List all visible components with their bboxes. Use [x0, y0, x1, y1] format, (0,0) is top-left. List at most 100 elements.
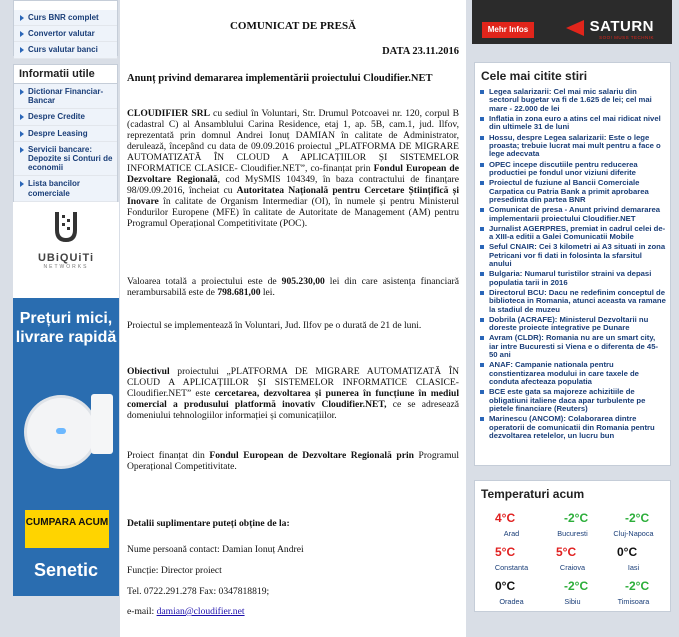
info-box: Informatii utile Dictionar Financiar-Ban…: [13, 64, 118, 203]
link-curs-banci[interactable]: Curs valutar banci: [14, 42, 117, 59]
link-banci[interactable]: Lista bancilor comerciale: [14, 176, 117, 202]
temperature-cell[interactable]: 5°C Craiova: [542, 542, 603, 572]
right-sidebar: Mehr Infos SATURN SOO! MUSS TECHNIK Cele…: [466, 0, 679, 637]
news-link[interactable]: Seful CNAIR: Cei 3 kilometri ai A3 situa…: [475, 242, 666, 268]
email-label: e-mail:: [127, 606, 157, 617]
contact-name: Nume persoană contact: Damian Ionuț Andr…: [127, 544, 304, 555]
weather-icon: 0°C: [481, 576, 542, 596]
link-curs-bnr[interactable]: Curs BNR complet: [14, 10, 117, 27]
news-link[interactable]: Inflatia in zona euro a atins cel mai ri…: [475, 114, 666, 132]
contact-email-line: e-mail: damian@cloudifier.net: [127, 606, 459, 617]
city-name: Timisoara: [617, 597, 650, 606]
news-link[interactable]: Hossu, despre Legea salarizarii: Este o …: [475, 133, 666, 159]
city-name: Oradea: [499, 597, 524, 606]
left-sidebar: Curs BNR complet Convertor valutar Curs …: [0, 0, 120, 637]
city-name: Constanta: [494, 563, 529, 572]
city-name: Cluj-Napoca: [613, 529, 654, 538]
saturn-ad[interactable]: Mehr Infos SATURN SOO! MUSS TECHNIK: [472, 0, 672, 44]
paragraph-intro: CLOUDIFIER SRL cu sediul în Voluntari, S…: [127, 108, 459, 229]
email-link[interactable]: damian@cloudifier.net: [157, 606, 245, 617]
weather-icon: 4°C: [481, 508, 542, 528]
release-date: DATA 23.11.2016: [382, 46, 459, 57]
temperature-cell[interactable]: -2°C Sibiu: [542, 576, 603, 606]
access-point-side-image: [91, 394, 113, 454]
senetic-logo: Senetic: [33, 560, 99, 580]
ubiquiti-name: UBiQUiTi: [37, 252, 95, 264]
access-point-image: [27, 398, 95, 466]
temperature-value: -2°C: [625, 511, 650, 525]
info-box-title: Informatii utile: [14, 65, 117, 84]
temperature-cell[interactable]: -2°C Timisoara: [603, 576, 664, 606]
temperature-value: -2°C: [625, 579, 650, 593]
temperatures-box: Temperaturi acum 4°C Arad -2°C Bucuresti -2°…: [474, 480, 671, 612]
weather-icon: -2°C: [542, 508, 603, 528]
weather-icon: -2°C: [603, 508, 664, 528]
news-link[interactable]: Proiectul de fuziune al Bancii Comercial…: [475, 178, 666, 204]
temperature-cell[interactable]: 0°C Iasi: [603, 542, 664, 572]
temperature-value: 0°C: [617, 545, 638, 559]
weather-icon: 5°C: [542, 542, 603, 562]
ubiquiti-sub: NETWORKS: [43, 264, 89, 270]
cumpara-acum-button[interactable]: CUMPARA ACUM: [25, 510, 109, 548]
contact-role: Funcție: Director proiect: [127, 565, 222, 576]
link-dictionar[interactable]: Dictionar Financiar-Bancar: [14, 84, 117, 110]
announcement-heading: Anunț privind demararea implementării pr…: [127, 73, 433, 84]
funding-text-1: Proiect finanțat din: [127, 450, 210, 461]
currency-links-box: Curs BNR complet Convertor valutar Curs …: [13, 0, 118, 59]
news-link[interactable]: Bulgaria: Numarul turistilor straini va …: [475, 269, 666, 287]
news-link[interactable]: Legea salarizarii: Cel mai mic salariu d…: [475, 87, 666, 113]
paragraph-objective: Obiectivul proiectului „PLATFORMA DE MIG…: [127, 366, 459, 421]
link-credite[interactable]: Despre Credite: [14, 109, 117, 126]
temperature-value: -2°C: [564, 579, 589, 593]
saturn-slogan: SOO! MUSS TECHNIK: [599, 35, 654, 40]
link-leasing[interactable]: Despre Leasing: [14, 125, 117, 142]
temperature-value: -2°C: [564, 511, 589, 525]
news-link[interactable]: BCE este gata sa majoreze achizitiile de…: [475, 387, 666, 413]
paragraph-funding: Proiect finanțat din Fondul European de …: [127, 450, 459, 472]
grant-value: 798.681,00: [217, 287, 261, 299]
mehr-infos-button[interactable]: Mehr Infos: [482, 22, 534, 38]
most-read-box: Cele mai citite stiri Legea salarizarii:…: [474, 62, 671, 466]
paragraph-value: Valoarea totală a proiectului este de 90…: [127, 276, 459, 298]
link-convertor[interactable]: Convertor valutar: [14, 26, 117, 43]
saturn-logo: SATURN: [565, 18, 654, 36]
city-name: Sibiu: [564, 597, 581, 606]
city-name: Iasi: [627, 563, 640, 572]
weather-icon: -2°C: [542, 576, 603, 596]
temperature-cell[interactable]: 5°C Constanta: [481, 542, 542, 572]
temperature-cell[interactable]: -2°C Bucuresti: [542, 508, 603, 538]
most-read-list: Legea salarizarii: Cel mai mic salariu d…: [475, 87, 670, 441]
senetic-title: Prețuri mici, livrare rapidă: [15, 310, 117, 346]
senetic-ad[interactable]: Prețuri mici, livrare rapidă CUMPARA ACU…: [13, 298, 119, 596]
temperature-cell[interactable]: -2°C Cluj-Napoca: [603, 508, 664, 538]
weather-icon: -2°C: [603, 576, 664, 596]
objective-label: Obiectivul: [127, 366, 170, 377]
weather-icon: 0°C: [603, 542, 664, 562]
contact-phone: Tel. 0722.291.278 Fax: 0347818819;: [127, 586, 270, 597]
temperatures-grid: 4°C Arad -2°C Bucuresti -2°C Cluj-Napoca 5°C Co…: [475, 506, 670, 612]
temperature-value: 4°C: [495, 511, 516, 525]
temperature-cell[interactable]: 0°C Oradea: [481, 576, 542, 606]
press-release: COMUNICAT DE PRESĂ DATA 23.11.2016 Anunț…: [120, 0, 466, 637]
news-link[interactable]: Dobrila (ACRAFE): Ministerul Dezvoltarii…: [475, 315, 666, 333]
news-link[interactable]: OPEC incepe discutiile pentru reducerea …: [475, 160, 666, 178]
most-read-title: Cele mai citite stiri: [481, 69, 588, 83]
link-servicii[interactable]: Servicii bancare: Depozite si Conturi de…: [14, 141, 117, 177]
temperature-cell[interactable]: 4°C Arad: [481, 508, 542, 538]
total-value: 905.230,00: [281, 276, 325, 287]
city-name: Arad: [503, 529, 520, 538]
news-link[interactable]: Jurnalist AGERPRES, premiat in cadrul ce…: [475, 224, 666, 242]
ubiquiti-ad[interactable]: UBiQUiTi NETWORKS: [13, 202, 119, 298]
news-link[interactable]: Marinescu (ANCOM): Colaborarea dintre op…: [475, 414, 666, 440]
news-link[interactable]: ANAF: Campanie nationala pentru constien…: [475, 360, 666, 386]
temperature-value: 5°C: [556, 545, 577, 559]
value-text-1: Valoarea totală a proiectului este de: [127, 276, 282, 287]
company-name: CLOUDIFIER SRL: [127, 108, 211, 119]
paragraph-location: Proiectul se implementează în Voluntari,…: [127, 320, 422, 331]
news-link[interactable]: Comunicat de presa - Anunt privind demar…: [475, 205, 666, 223]
temperature-value: 0°C: [495, 579, 516, 593]
news-link[interactable]: Avram (CLDR): Romania nu are un smart ci…: [475, 333, 666, 359]
city-name: Bucuresti: [557, 529, 588, 538]
news-link[interactable]: Directorul BCU: Dacu ne redefinim concep…: [475, 288, 666, 314]
funding-fund: Fondul European de Dezvoltare Regională …: [209, 450, 414, 461]
